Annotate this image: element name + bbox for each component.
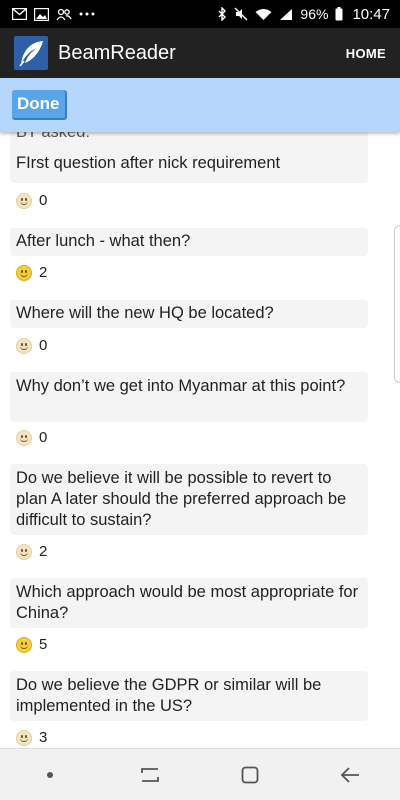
navigation-bar <box>0 748 400 800</box>
scroll-indicator[interactable] <box>394 225 400 383</box>
app-bar: BeamReader HOME <box>0 28 400 78</box>
vote-count: 5 <box>39 636 48 653</box>
question-card[interactable]: Why don’t we get into Myanmar at this po… <box>10 372 368 422</box>
vote-row[interactable]: 2 <box>16 264 47 281</box>
dot-icon[interactable] <box>30 755 70 795</box>
bluetooth-icon <box>218 7 227 21</box>
vote-count: 2 <box>39 543 48 560</box>
home-button[interactable]: HOME <box>346 46 386 61</box>
vote-count: 2 <box>39 264 48 281</box>
mute-icon <box>234 7 248 21</box>
wifi-icon <box>255 8 272 21</box>
smiley-icon[interactable] <box>16 192 32 209</box>
status-right-icons: 96% 10:47 <box>218 6 390 23</box>
signal-icon <box>279 8 293 21</box>
question-card[interactable]: Where will the new HQ be located? <box>10 300 368 328</box>
smiley-icon[interactable] <box>16 337 32 354</box>
question-partial-text: BT asked: <box>16 132 90 141</box>
smiley-icon[interactable] <box>16 429 32 446</box>
vote-row[interactable]: 0 <box>16 429 47 446</box>
question-card[interactable]: BT asked: FIrst question after nick requ… <box>10 132 368 183</box>
app-title: BeamReader <box>58 41 176 64</box>
question-text: FIrst question after nick requirement <box>16 154 281 172</box>
battery-percent: 96% <box>300 6 329 22</box>
battery-icon <box>335 7 343 21</box>
status-bar: 96% 10:47 <box>0 0 400 28</box>
vote-count: 0 <box>39 337 48 354</box>
mail-icon <box>12 8 27 20</box>
vote-row[interactable]: 3 <box>16 729 47 746</box>
vote-count: 3 <box>39 729 48 746</box>
question-text: Where will the new HQ be located? <box>16 304 274 322</box>
question-list[interactable]: BT asked: FIrst question after nick requ… <box>0 132 400 748</box>
vote-row[interactable]: 2 <box>16 543 47 560</box>
vote-count: 0 <box>39 429 48 446</box>
vote-row[interactable]: 5 <box>16 636 47 653</box>
feather-icon <box>14 36 48 70</box>
question-text: Which approach would be most appropriate… <box>16 583 359 622</box>
question-text: Do we believe it will be possible to rev… <box>16 469 347 529</box>
question-card[interactable]: After lunch - what then? <box>10 228 368 256</box>
recent-apps-icon[interactable] <box>130 755 170 795</box>
done-button[interactable]: Done <box>12 90 67 120</box>
smiley-icon[interactable] <box>16 264 32 281</box>
question-text: Why don’t we get into Myanmar at this po… <box>16 377 346 395</box>
back-icon[interactable] <box>330 755 370 795</box>
question-card[interactable]: Which approach would be most appropriate… <box>10 578 368 628</box>
more-icon <box>79 12 95 16</box>
home-icon[interactable] <box>230 755 270 795</box>
smiley-icon[interactable] <box>16 636 32 653</box>
question-card[interactable]: Do we believe it will be possible to rev… <box>10 464 368 535</box>
question-text: After lunch - what then? <box>16 232 191 250</box>
smiley-icon[interactable] <box>16 729 32 746</box>
smiley-icon[interactable] <box>16 543 32 560</box>
vote-row[interactable]: 0 <box>16 192 47 209</box>
question-card[interactable]: Do we believe the GDPR or similar will b… <box>10 671 368 721</box>
people-icon <box>56 8 72 21</box>
question-text: Do we believe the GDPR or similar will b… <box>16 676 322 715</box>
status-left-icons <box>12 7 95 21</box>
clock: 10:47 <box>352 5 390 23</box>
vote-count: 0 <box>39 192 48 209</box>
vote-row[interactable]: 0 <box>16 337 47 354</box>
image-icon <box>34 7 49 21</box>
edit-toolbar: Done <box>0 78 400 132</box>
